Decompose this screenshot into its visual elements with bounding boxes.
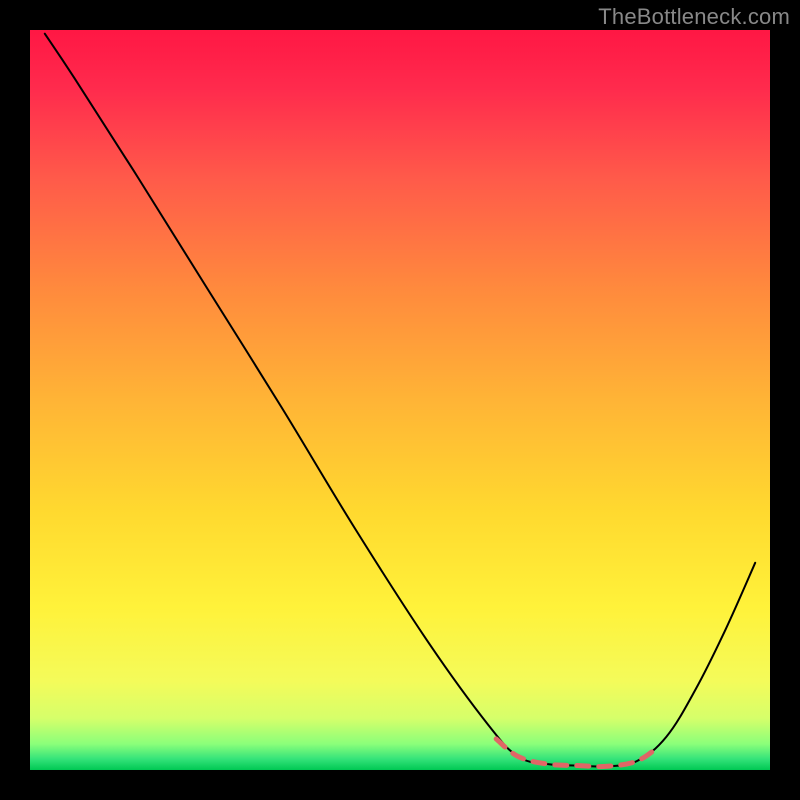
- watermark-text: TheBottleneck.com: [598, 4, 790, 30]
- chart-container: [30, 30, 770, 770]
- bottleneck-chart: [30, 30, 770, 770]
- chart-background: [30, 30, 770, 770]
